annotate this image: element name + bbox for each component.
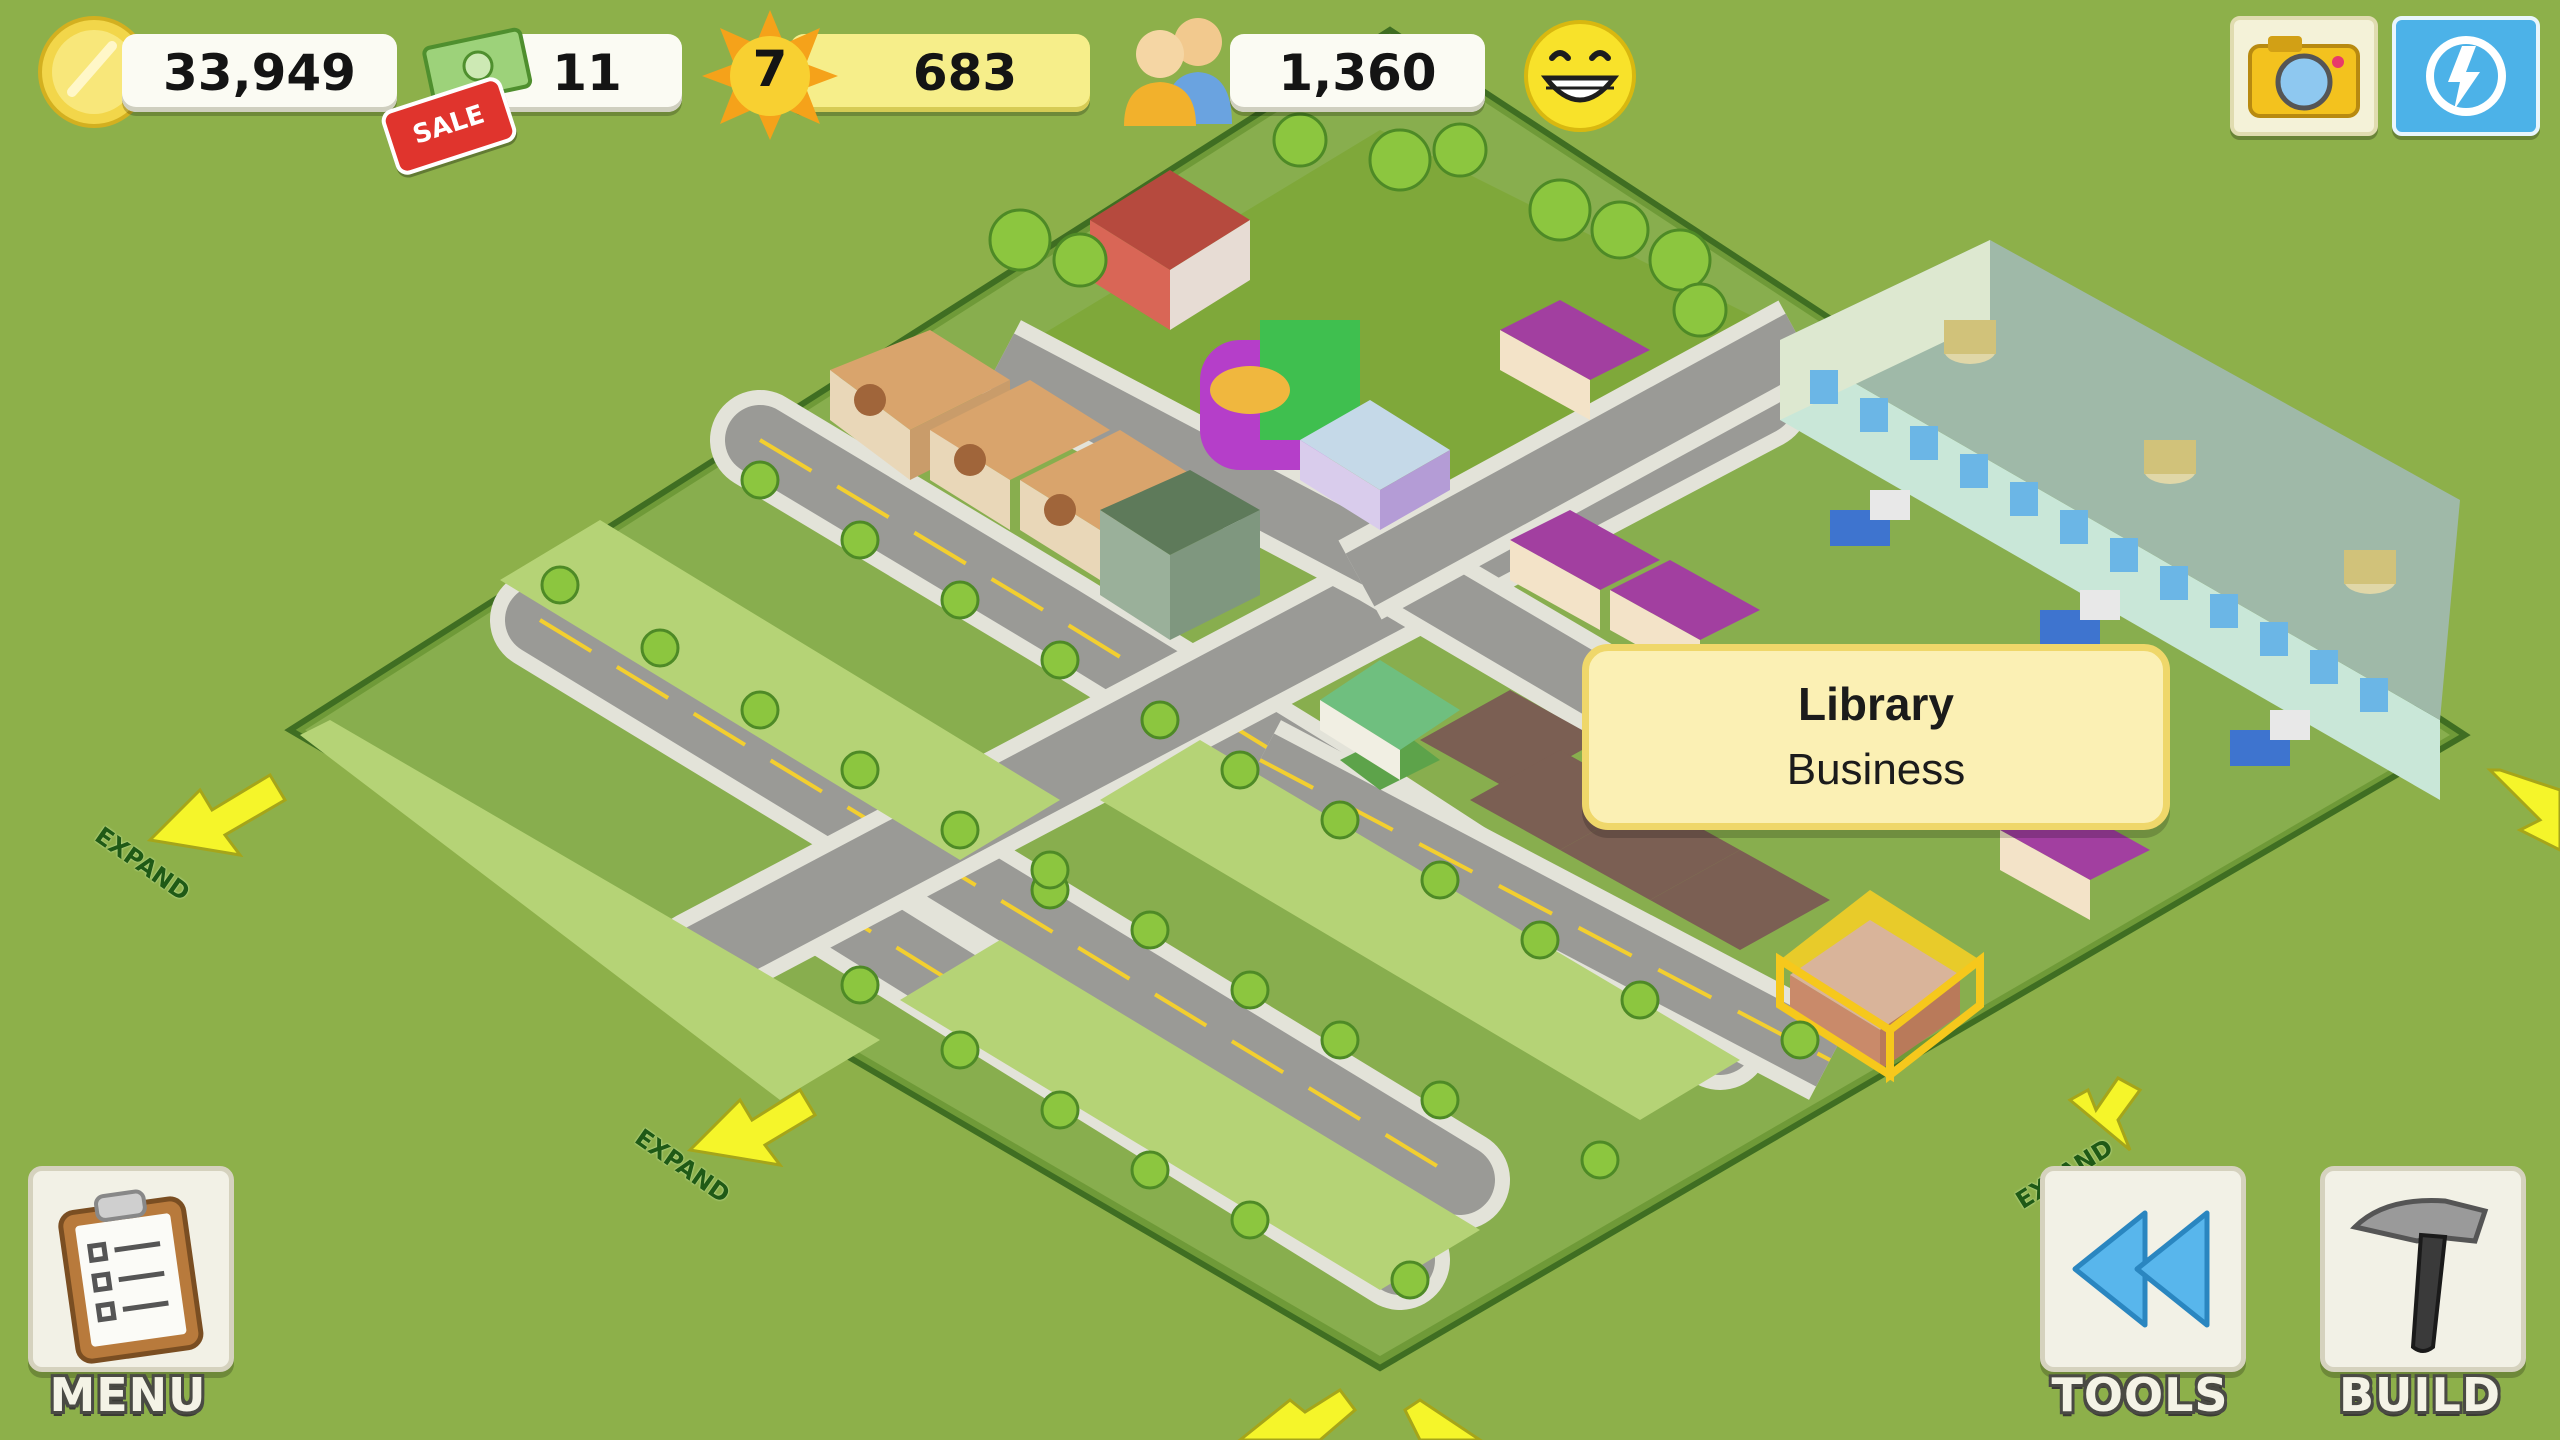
population-value: 1,360: [1278, 44, 1437, 102]
tooltip-title: Library: [1798, 678, 1954, 730]
population-icon: [1124, 18, 1232, 126]
tools-button[interactable]: [2040, 1166, 2246, 1372]
tooltip-subtitle: Business: [1786, 745, 1966, 794]
rewind-icon: [2072, 1210, 2210, 1328]
building-tooltip: Library Business: [1582, 644, 2170, 830]
build-label[interactable]: BUILD: [2330, 1368, 2510, 1422]
camera-button[interactable]: [2230, 16, 2378, 136]
menu-button[interactable]: [28, 1166, 234, 1372]
social-share-icon: [2426, 36, 2506, 116]
social-share-button[interactable]: [2392, 16, 2540, 136]
build-button[interactable]: [2320, 1166, 2526, 1372]
clipboard-icon: [58, 1189, 204, 1364]
population-counter: 1,360: [1230, 34, 1485, 112]
camera-icon: [2248, 36, 2360, 118]
hammer-icon: [2350, 1198, 2489, 1353]
level-number: 7: [752, 40, 788, 98]
menu-label[interactable]: MENU: [48, 1368, 208, 1422]
smiley-face-icon[interactable]: [1522, 18, 1638, 134]
coins-counter: 33,949: [122, 34, 397, 112]
sale-text: SALE: [409, 99, 489, 151]
coins-value: 33,949: [163, 44, 356, 102]
tools-label[interactable]: TOOLS: [2050, 1368, 2230, 1422]
